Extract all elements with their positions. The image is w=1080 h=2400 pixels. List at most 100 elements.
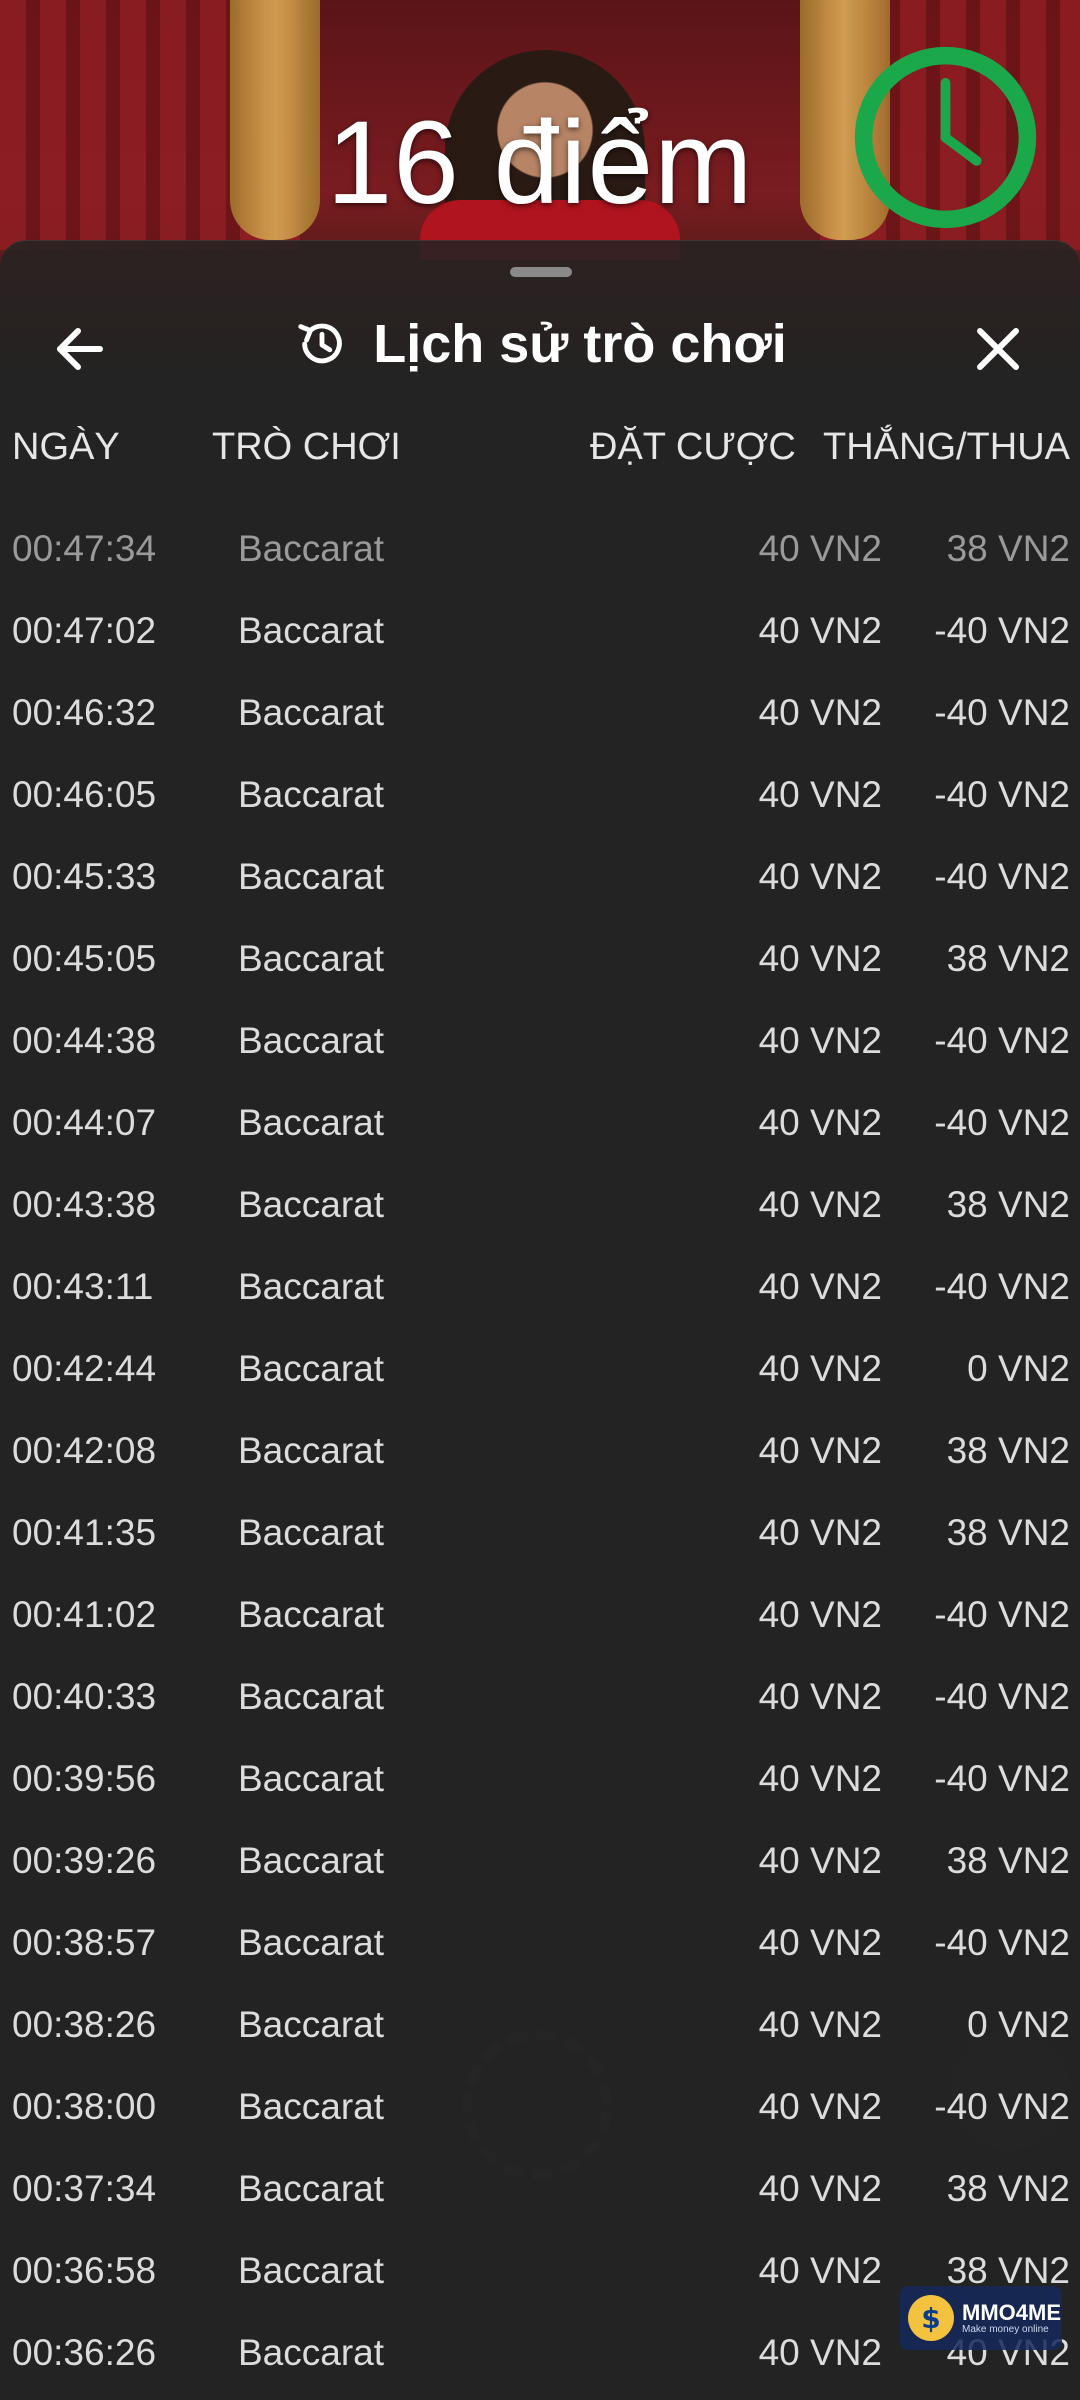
row-bet: 40 VN2 [758, 938, 882, 979]
row-result: -40 VN2 [934, 1020, 1070, 1061]
row-result: 38 VN2 [946, 938, 1070, 979]
history-row[interactable]: 00:47:34 Baccarat 40 VN2 38 VN2 [0, 506, 1080, 588]
row-result: 38 VN2 [946, 1512, 1070, 1553]
row-result: -40 VN2 [934, 774, 1070, 815]
history-row[interactable]: 00:46:05 Baccarat 40 VN2 -40 VN2 [0, 752, 1080, 834]
row-time: 00:41:02 [12, 1594, 157, 1635]
history-table-header: NGÀY TRÒ CHƠI ĐẶT CƯỢC THẮNG/THUA [0, 426, 1080, 486]
row-bet: 40 VN2 [758, 1840, 882, 1881]
column-game: TRÒ CHƠI [212, 426, 401, 468]
history-row[interactable]: 00:38:26 Baccarat 40 VN2 0 VN2 [0, 1982, 1080, 2064]
history-row[interactable]: 00:46:32 Baccarat 40 VN2 -40 VN2 [0, 670, 1080, 752]
row-result: -40 VN2 [934, 1758, 1070, 1799]
row-game: Baccarat [238, 1184, 385, 1225]
row-result: 0 VN2 [967, 2004, 1070, 2045]
row-bet: 40 VN2 [758, 2168, 882, 2209]
row-result: -40 VN2 [934, 692, 1070, 733]
row-time: 00:47:34 [12, 528, 157, 569]
row-game: Baccarat [238, 1594, 385, 1635]
row-game: Baccarat [238, 2250, 385, 2291]
row-bet: 40 VN2 [758, 1020, 882, 1061]
row-bet: 40 VN2 [758, 2086, 882, 2127]
screen: 16 điểm Lịch sử trò chơi NGÀY TRÒ CHƠI Đ… [0, 0, 1080, 2400]
row-bet: 40 VN2 [758, 2004, 882, 2045]
history-row[interactable]: 00:43:38 Baccarat 40 VN2 38 VN2 [0, 1162, 1080, 1244]
history-row[interactable]: 00:47:02 Baccarat 40 VN2 -40 VN2 [0, 588, 1080, 670]
history-row[interactable]: 00:45:33 Baccarat 40 VN2 -40 VN2 [0, 834, 1080, 916]
row-bet: 40 VN2 [758, 1758, 882, 1799]
row-result: 38 VN2 [946, 528, 1070, 569]
row-result: 38 VN2 [946, 2168, 1070, 2209]
history-row[interactable]: 00:38:00 Baccarat 40 VN2 -40 VN2 [0, 2064, 1080, 2146]
row-game: Baccarat [238, 1676, 385, 1717]
history-row[interactable]: 00:44:38 Baccarat 40 VN2 -40 VN2 [0, 998, 1080, 1080]
row-bet: 40 VN2 [758, 1676, 882, 1717]
row-time: 00:39:56 [12, 1758, 157, 1799]
sheet-title: Lịch sử trò chơi [373, 314, 787, 374]
watermark-text: MMO4ME Make money online [962, 2299, 1061, 2335]
history-row[interactable]: 00:40:33 Baccarat 40 VN2 -40 VN2 [0, 1654, 1080, 1736]
watermark-tagline: Make money online [962, 2323, 1049, 2335]
row-game: Baccarat [238, 2004, 385, 2045]
row-time: 00:36:58 [12, 2250, 157, 2291]
history-row[interactable]: 00:41:02 Baccarat 40 VN2 -40 VN2 [0, 1572, 1080, 1654]
row-time: 00:41:35 [12, 1512, 157, 1553]
history-row[interactable]: 00:38:57 Baccarat 40 VN2 -40 VN2 [0, 1900, 1080, 1982]
row-bet: 40 VN2 [758, 1922, 882, 1963]
row-bet: 40 VN2 [758, 1348, 882, 1389]
row-game: Baccarat [238, 1266, 385, 1307]
row-time: 00:45:05 [12, 938, 157, 979]
dollar-coin-icon: $ [908, 2295, 954, 2341]
row-bet: 40 VN2 [758, 1266, 882, 1307]
column-result: THẮNG/THUA [823, 426, 1070, 468]
history-row[interactable]: 00:42:08 Baccarat 40 VN2 38 VN2 [0, 1408, 1080, 1490]
history-row[interactable]: 00:39:26 Baccarat 40 VN2 38 VN2 [0, 1818, 1080, 1900]
history-row[interactable]: 00:41:35 Baccarat 40 VN2 38 VN2 [0, 1490, 1080, 1572]
close-icon[interactable] [968, 319, 1028, 379]
history-row[interactable]: 00:42:44 Baccarat 40 VN2 0 VN2 [0, 1326, 1080, 1408]
row-time: 00:45:33 [12, 856, 157, 897]
row-bet: 40 VN2 [758, 856, 882, 897]
row-game: Baccarat [238, 1430, 385, 1471]
row-game: Baccarat [238, 610, 385, 651]
row-game: Baccarat [238, 528, 385, 569]
sheet-title-group: Lịch sử trò chơi [0, 313, 1080, 375]
history-row[interactable]: 00:44:07 Baccarat 40 VN2 -40 VN2 [0, 1080, 1080, 1162]
row-time: 00:43:38 [12, 1184, 157, 1225]
game-history-sheet: Lịch sử trò chơi NGÀY TRÒ CHƠI ĐẶT CƯỢC … [0, 240, 1080, 2400]
history-row[interactable]: 00:39:56 Baccarat 40 VN2 -40 VN2 [0, 1736, 1080, 1818]
row-bet: 40 VN2 [758, 528, 882, 569]
row-bet: 40 VN2 [758, 1430, 882, 1471]
history-row[interactable]: 00:37:34 Baccarat 40 VN2 38 VN2 [0, 2146, 1080, 2228]
row-time: 00:36:26 [12, 2332, 157, 2373]
row-game: Baccarat [238, 1020, 385, 1061]
row-game: Baccarat [238, 1922, 385, 1963]
row-result: 38 VN2 [946, 1184, 1070, 1225]
drag-handle[interactable] [510, 267, 572, 277]
history-row[interactable]: 00:43:11 Baccarat 40 VN2 -40 VN2 [0, 1244, 1080, 1326]
row-result: -40 VN2 [934, 1922, 1070, 1963]
row-bet: 40 VN2 [758, 1512, 882, 1553]
row-time: 00:43:11 [12, 1266, 154, 1307]
row-game: Baccarat [238, 1758, 385, 1799]
mmo4me-watermark: $ MMO4ME Make money online [900, 2286, 1062, 2350]
row-result: 38 VN2 [946, 1840, 1070, 1881]
row-time: 00:37:34 [12, 2168, 157, 2209]
watermark-brand: MMO4ME [962, 2299, 1061, 2325]
sheet-header: Lịch sử trò chơi [0, 291, 1080, 401]
column-bet: ĐẶT CƯỢC [590, 426, 796, 468]
timer-clock-icon [854, 46, 1037, 229]
history-list[interactable]: 00:47:34 Baccarat 40 VN2 38 VN2 00:47:02 Bacc… [0, 506, 1080, 2392]
row-bet: 40 VN2 [758, 692, 882, 733]
row-bet: 40 VN2 [758, 1184, 882, 1225]
row-result: 38 VN2 [946, 1430, 1070, 1471]
row-result: -40 VN2 [934, 1102, 1070, 1143]
row-game: Baccarat [238, 774, 385, 815]
row-time: 00:46:05 [12, 774, 157, 815]
row-time: 00:46:32 [12, 692, 157, 733]
row-game: Baccarat [238, 1348, 385, 1389]
row-bet: 40 VN2 [758, 610, 882, 651]
row-time: 00:39:26 [12, 1840, 157, 1881]
history-row[interactable]: 00:45:05 Baccarat 40 VN2 38 VN2 [0, 916, 1080, 998]
row-result: -40 VN2 [934, 856, 1070, 897]
